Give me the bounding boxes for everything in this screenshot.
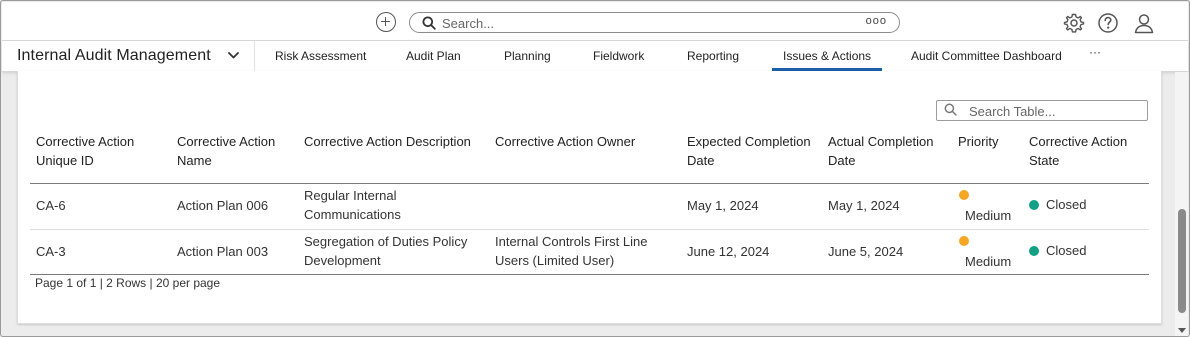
app-name: Internal Audit Management (17, 47, 211, 64)
cell-actual-date: May 1, 2024 (828, 198, 900, 213)
tab-audit-plan[interactable]: Audit Plan (406, 49, 461, 63)
global-search-input[interactable]: Search... ooo (409, 12, 900, 33)
tab-risk-assessment[interactable]: Risk Assessment (275, 49, 366, 63)
tab-reporting[interactable]: Reporting (687, 49, 739, 63)
column-header-description[interactable]: Corrective Action Description (304, 132, 471, 151)
cell-state: Closed (1046, 243, 1087, 258)
help-icon[interactable] (1097, 12, 1119, 34)
cell-state: Closed (1046, 197, 1087, 212)
app-window: Search... ooo Internal Audit Management … (0, 0, 1190, 337)
column-header-owner[interactable]: Corrective Action Owner (495, 132, 635, 151)
column-header-unique-id[interactable]: Corrective Action Unique ID (36, 132, 134, 170)
priority-medium-dot-icon (959, 190, 969, 200)
search-options-icon[interactable]: ooo (866, 15, 887, 27)
tab-issues-actions[interactable]: Issues & Actions (771, 49, 883, 71)
cell-actual-date: June 5, 2024 (828, 244, 904, 259)
cell-priority: Medium (965, 208, 1012, 223)
gear-icon[interactable] (1063, 12, 1085, 34)
cell-name: Action Plan 003 (177, 244, 269, 259)
cell-priority: Medium (965, 254, 1012, 269)
search-icon (422, 16, 436, 30)
corrective-actions-card: Search Table... Corrective Action Unique… (17, 71, 1162, 324)
cell-description: Segregation of Duties Policy Development (304, 234, 468, 268)
cell-expected-date: May 1, 2024 (687, 198, 759, 213)
row-divider (30, 229, 1149, 230)
scrollbar-thumb[interactable] (1178, 209, 1186, 313)
tab-audit-committee-dashboard[interactable]: Audit Committee Dashboard (911, 49, 1062, 63)
column-header-priority[interactable]: Priority (958, 132, 998, 151)
add-circle-icon[interactable] (376, 12, 396, 32)
global-search-placeholder: Search... (442, 16, 495, 31)
cell-unique-id[interactable]: CA-3 (36, 242, 66, 261)
priority-medium-dot-icon (959, 236, 969, 246)
column-header-state[interactable]: Corrective Action State (1029, 132, 1127, 170)
cell-unique-id[interactable]: CA-6 (36, 196, 66, 215)
pagination-summary: Page 1 of 1 | 2 Rows | 20 per page (35, 276, 221, 290)
scroll-down-arrow-icon[interactable] (1178, 328, 1186, 333)
column-header-expected-date[interactable]: Expected Completion Date (687, 132, 811, 170)
cell-description: Regular Internal Communications (304, 188, 401, 222)
user-icon[interactable] (1133, 12, 1155, 34)
chevron-down-icon[interactable] (228, 52, 239, 59)
top-bar: Search... ooo (2, 2, 1188, 41)
column-header-actual-date[interactable]: Actual Completion Date (828, 132, 934, 170)
cell-name: Action Plan 006 (177, 198, 269, 213)
module-nav-bar: Internal Audit Management Risk Assessmen… (2, 41, 1188, 72)
cell-expected-date: June 12, 2024 (687, 244, 770, 259)
table-bottom-divider (30, 274, 1149, 275)
table-search-placeholder: Search Table... (969, 104, 1056, 119)
state-closed-dot-icon (1029, 200, 1039, 210)
tab-fieldwork[interactable]: Fieldwork (593, 49, 644, 63)
table-search-input[interactable]: Search Table... (936, 100, 1148, 121)
column-header-name[interactable]: Corrective Action Name (177, 132, 275, 170)
cell-owner: Internal Controls First Line Users (Limi… (495, 234, 648, 268)
state-closed-dot-icon (1029, 246, 1039, 256)
more-tabs-icon[interactable]: ··· (1089, 45, 1101, 59)
nav-divider (254, 41, 255, 72)
header-divider (30, 183, 1149, 184)
tab-planning[interactable]: Planning (504, 49, 551, 63)
search-icon (944, 103, 957, 116)
